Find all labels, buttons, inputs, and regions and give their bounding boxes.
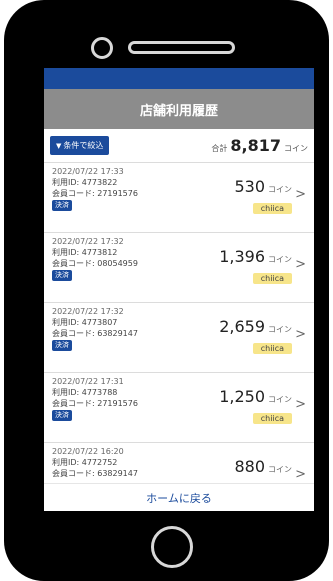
home-button[interactable] (151, 526, 193, 568)
chevron-right-icon: > (295, 467, 306, 482)
payment-type-badge: 決済 (52, 200, 72, 211)
list-item[interactable]: 2022/07/22 17:33 利用ID: 4773822 会員コード: 27… (44, 163, 314, 233)
item-datetime: 2022/07/22 17:33 (52, 167, 124, 176)
chevron-right-icon: > (295, 327, 306, 342)
item-amount: 2,659 (219, 317, 265, 336)
item-unit: コイン (268, 185, 292, 194)
filter-button[interactable]: ▼ 条件で絞込 (50, 136, 110, 155)
item-unit: コイン (268, 395, 292, 404)
list-item[interactable]: 2022/07/22 17:32 利用ID: 4773812 会員コード: 08… (44, 233, 314, 303)
speaker-grille (128, 41, 235, 54)
payment-type-badge: 決済 (52, 270, 72, 281)
item-unit: コイン (268, 325, 292, 334)
chevron-right-icon: > (295, 187, 306, 202)
item-amount: 1,396 (219, 247, 265, 266)
payment-type-badge: 決済 (52, 340, 72, 351)
filter-icon: ▼ (56, 141, 62, 150)
status-bar (44, 68, 314, 89)
total-label: 合計 (211, 144, 228, 153)
home-link[interactable]: ホームに戻る (44, 483, 314, 511)
brand-badge: chiica (252, 413, 292, 424)
item-datetime: 2022/07/22 16:20 (52, 447, 124, 456)
item-amount: 1,250 (219, 387, 265, 406)
brand-badge: chiica (252, 343, 292, 354)
total-value: 8,817 (230, 136, 281, 155)
item-unit: コイン (268, 255, 292, 264)
history-list: 2022/07/22 17:33 利用ID: 4773822 会員コード: 27… (44, 163, 314, 511)
total-summary: 合計 8,817 コイン (211, 136, 308, 155)
phone-frame: 店舗利用履歴 ▼ 条件で絞込 合計 8,817 コイン 2022/07/22 1… (4, 0, 329, 581)
chevron-right-icon: > (295, 257, 306, 272)
payment-type-badge: 決済 (52, 410, 72, 421)
page-title: 店舗利用履歴 (139, 103, 218, 119)
brand-badge: chiica (252, 273, 292, 284)
chevron-right-icon: > (295, 397, 306, 412)
list-item[interactable]: 2022/07/22 17:32 利用ID: 4773807 会員コード: 63… (44, 303, 314, 373)
app-screen: 店舗利用履歴 ▼ 条件で絞込 合計 8,817 コイン 2022/07/22 1… (44, 68, 314, 511)
home-link-label: ホームに戻る (146, 491, 212, 505)
filter-row: ▼ 条件で絞込 合計 8,817 コイン (44, 129, 314, 163)
camera-icon (91, 37, 113, 59)
header-bar: 店舗利用履歴 (44, 89, 314, 129)
total-unit: コイン (284, 144, 308, 153)
list-item[interactable]: 2022/07/22 17:31 利用ID: 4773788 会員コード: 27… (44, 373, 314, 443)
item-amount: 530 (234, 177, 265, 196)
item-unit: コイン (268, 465, 292, 474)
brand-badge: chiica (252, 203, 292, 214)
item-datetime: 2022/07/22 17:31 (52, 377, 124, 386)
filter-button-label: 条件で絞込 (63, 141, 104, 150)
item-datetime: 2022/07/22 17:32 (52, 307, 124, 316)
item-amount: 880 (234, 457, 265, 476)
item-datetime: 2022/07/22 17:32 (52, 237, 124, 246)
